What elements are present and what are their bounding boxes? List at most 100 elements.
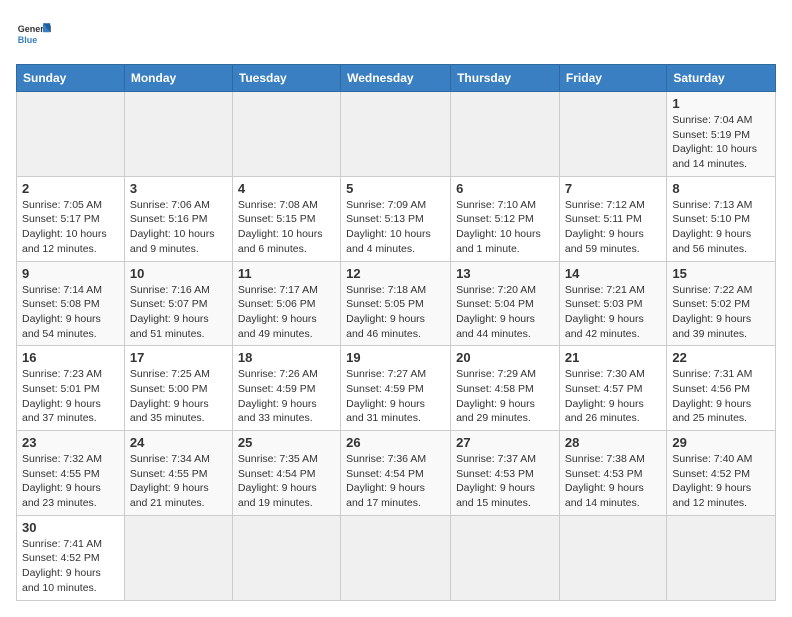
- day-number: 29: [672, 435, 770, 450]
- day-number: 10: [130, 266, 227, 281]
- calendar-cell: [232, 92, 340, 177]
- logo: General Blue: [16, 16, 52, 52]
- day-info: Sunrise: 7:17 AM Sunset: 5:06 PM Dayligh…: [238, 283, 335, 342]
- calendar-cell: 26 Sunrise: 7:36 AM Sunset: 4:54 PM Dayli…: [341, 431, 451, 516]
- day-number: 11: [238, 266, 335, 281]
- calendar-cell: 9 Sunrise: 7:14 AM Sunset: 5:08 PM Daylig…: [17, 261, 125, 346]
- weekday-header-tuesday: Tuesday: [232, 65, 340, 92]
- day-number: 20: [456, 350, 554, 365]
- day-info: Sunrise: 7:31 AM Sunset: 4:56 PM Dayligh…: [672, 367, 770, 426]
- calendar-cell: 25 Sunrise: 7:35 AM Sunset: 4:54 PM Dayli…: [232, 431, 340, 516]
- calendar-cell: [232, 515, 340, 600]
- calendar-cell: [341, 92, 451, 177]
- logo-icon: General Blue: [16, 16, 52, 52]
- day-info: Sunrise: 7:30 AM Sunset: 4:57 PM Dayligh…: [565, 367, 661, 426]
- day-number: 4: [238, 181, 335, 196]
- calendar-cell: 3 Sunrise: 7:06 AM Sunset: 5:16 PM Daylig…: [124, 176, 232, 261]
- day-info: Sunrise: 7:04 AM Sunset: 5:19 PM Dayligh…: [672, 113, 770, 172]
- calendar-cell: 23Sunrise: 7:32 AM Sunset: 4:55 PM Dayli…: [17, 431, 125, 516]
- calendar-cell: 13Sunrise: 7:20 AM Sunset: 5:04 PM Dayli…: [451, 261, 560, 346]
- calendar-cell: [667, 515, 776, 600]
- day-number: 12: [346, 266, 445, 281]
- day-info: Sunrise: 7:36 AM Sunset: 4:54 PM Dayligh…: [346, 452, 445, 511]
- day-number: 22: [672, 350, 770, 365]
- day-number: 24: [130, 435, 227, 450]
- day-number: 2: [22, 181, 119, 196]
- calendar-cell: [124, 92, 232, 177]
- day-number: 15: [672, 266, 770, 281]
- calendar-cell: [341, 515, 451, 600]
- day-info: Sunrise: 7:12 AM Sunset: 5:11 PM Dayligh…: [565, 198, 661, 257]
- day-number: 17: [130, 350, 227, 365]
- weekday-header-saturday: Saturday: [667, 65, 776, 92]
- calendar-week-3: 9 Sunrise: 7:14 AM Sunset: 5:08 PM Daylig…: [17, 261, 776, 346]
- day-info: Sunrise: 7:08 AM Sunset: 5:15 PM Dayligh…: [238, 198, 335, 257]
- day-number: 30: [22, 520, 119, 535]
- calendar-cell: 4 Sunrise: 7:08 AM Sunset: 5:15 PM Daylig…: [232, 176, 340, 261]
- day-info: Sunrise: 7:27 AM Sunset: 4:59 PM Dayligh…: [346, 367, 445, 426]
- day-info: Sunrise: 7:32 AM Sunset: 4:55 PM Dayligh…: [22, 452, 119, 511]
- day-info: Sunrise: 7:14 AM Sunset: 5:08 PM Dayligh…: [22, 283, 119, 342]
- calendar-week-5: 23Sunrise: 7:32 AM Sunset: 4:55 PM Dayli…: [17, 431, 776, 516]
- day-number: 6: [456, 181, 554, 196]
- calendar-cell: 27 Sunrise: 7:37 AM Sunset: 4:53 PM Dayli…: [451, 431, 560, 516]
- day-number: 21: [565, 350, 661, 365]
- calendar-cell: 17 Sunrise: 7:25 AM Sunset: 5:00 PM Dayli…: [124, 346, 232, 431]
- calendar-cell: 28 Sunrise: 7:38 AM Sunset: 4:53 PM Dayli…: [559, 431, 666, 516]
- day-info: Sunrise: 7:22 AM Sunset: 5:02 PM Dayligh…: [672, 283, 770, 342]
- day-number: 8: [672, 181, 770, 196]
- calendar-cell: 20 Sunrise: 7:29 AM Sunset: 4:58 PM Dayli…: [451, 346, 560, 431]
- calendar-cell: 10Sunrise: 7:16 AM Sunset: 5:07 PM Dayli…: [124, 261, 232, 346]
- calendar-cell: 29 Sunrise: 7:40 AM Sunset: 4:52 PM Dayli…: [667, 431, 776, 516]
- day-number: 16: [22, 350, 119, 365]
- day-number: 1: [672, 96, 770, 111]
- weekday-header-monday: Monday: [124, 65, 232, 92]
- calendar-cell: [559, 92, 666, 177]
- calendar-cell: [124, 515, 232, 600]
- day-number: 3: [130, 181, 227, 196]
- day-info: Sunrise: 7:13 AM Sunset: 5:10 PM Dayligh…: [672, 198, 770, 257]
- calendar-cell: 22 Sunrise: 7:31 AM Sunset: 4:56 PM Dayli…: [667, 346, 776, 431]
- calendar-cell: 14 Sunrise: 7:21 AM Sunset: 5:03 PM Dayli…: [559, 261, 666, 346]
- calendar-cell: 16 Sunrise: 7:23 AM Sunset: 5:01 PM Dayli…: [17, 346, 125, 431]
- calendar-cell: [17, 92, 125, 177]
- calendar-cell: [451, 92, 560, 177]
- weekday-header-sunday: Sunday: [17, 65, 125, 92]
- day-info: Sunrise: 7:37 AM Sunset: 4:53 PM Dayligh…: [456, 452, 554, 511]
- day-number: 14: [565, 266, 661, 281]
- calendar-week-6: 30 Sunrise: 7:41 AM Sunset: 4:52 PM Dayli…: [17, 515, 776, 600]
- day-info: Sunrise: 7:26 AM Sunset: 4:59 PM Dayligh…: [238, 367, 335, 426]
- day-info: Sunrise: 7:21 AM Sunset: 5:03 PM Dayligh…: [565, 283, 661, 342]
- day-info: Sunrise: 7:18 AM Sunset: 5:05 PM Dayligh…: [346, 283, 445, 342]
- day-info: Sunrise: 7:40 AM Sunset: 4:52 PM Dayligh…: [672, 452, 770, 511]
- day-number: 7: [565, 181, 661, 196]
- calendar-cell: 30 Sunrise: 7:41 AM Sunset: 4:52 PM Dayli…: [17, 515, 125, 600]
- day-info: Sunrise: 7:35 AM Sunset: 4:54 PM Dayligh…: [238, 452, 335, 511]
- day-info: Sunrise: 7:38 AM Sunset: 4:53 PM Dayligh…: [565, 452, 661, 511]
- day-info: Sunrise: 7:06 AM Sunset: 5:16 PM Dayligh…: [130, 198, 227, 257]
- day-number: 26: [346, 435, 445, 450]
- calendar-cell: [451, 515, 560, 600]
- calendar-cell: 21 Sunrise: 7:30 AM Sunset: 4:57 PM Dayli…: [559, 346, 666, 431]
- day-info: Sunrise: 7:09 AM Sunset: 5:13 PM Dayligh…: [346, 198, 445, 257]
- day-number: 19: [346, 350, 445, 365]
- day-info: Sunrise: 7:10 AM Sunset: 5:12 PM Dayligh…: [456, 198, 554, 257]
- day-number: 25: [238, 435, 335, 450]
- day-number: 9: [22, 266, 119, 281]
- day-info: Sunrise: 7:05 AM Sunset: 5:17 PM Dayligh…: [22, 198, 119, 257]
- day-number: 27: [456, 435, 554, 450]
- calendar-cell: 1 Sunrise: 7:04 AM Sunset: 5:19 PM Daylig…: [667, 92, 776, 177]
- calendar-cell: 8 Sunrise: 7:13 AM Sunset: 5:10 PM Daylig…: [667, 176, 776, 261]
- calendar-cell: 2 Sunrise: 7:05 AM Sunset: 5:17 PM Daylig…: [17, 176, 125, 261]
- calendar-week-1: 1 Sunrise: 7:04 AM Sunset: 5:19 PM Daylig…: [17, 92, 776, 177]
- day-info: Sunrise: 7:25 AM Sunset: 5:00 PM Dayligh…: [130, 367, 227, 426]
- day-info: Sunrise: 7:41 AM Sunset: 4:52 PM Dayligh…: [22, 537, 119, 596]
- calendar-cell: 15 Sunrise: 7:22 AM Sunset: 5:02 PM Dayli…: [667, 261, 776, 346]
- day-info: Sunrise: 7:29 AM Sunset: 4:58 PM Dayligh…: [456, 367, 554, 426]
- day-info: Sunrise: 7:23 AM Sunset: 5:01 PM Dayligh…: [22, 367, 119, 426]
- day-number: 18: [238, 350, 335, 365]
- calendar-cell: 7 Sunrise: 7:12 AM Sunset: 5:11 PM Daylig…: [559, 176, 666, 261]
- day-number: 13: [456, 266, 554, 281]
- day-number: 28: [565, 435, 661, 450]
- calendar-cell: 6 Sunrise: 7:10 AM Sunset: 5:12 PM Daylig…: [451, 176, 560, 261]
